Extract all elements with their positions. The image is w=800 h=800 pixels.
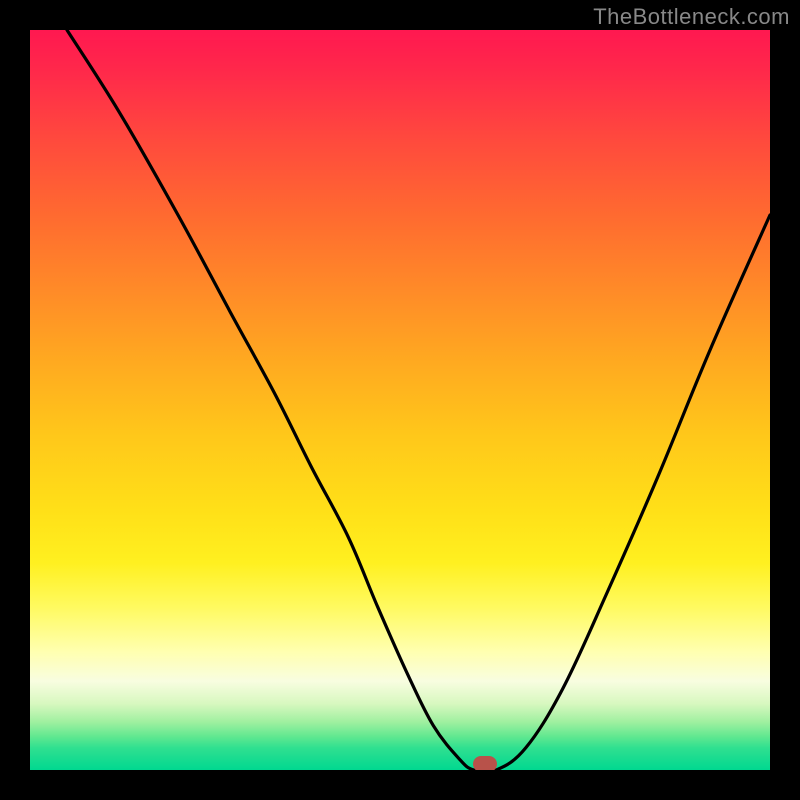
bottleneck-curve [30, 30, 770, 770]
plot-area [30, 30, 770, 770]
watermark-text: TheBottleneck.com [593, 4, 790, 30]
optimal-marker [473, 756, 497, 770]
